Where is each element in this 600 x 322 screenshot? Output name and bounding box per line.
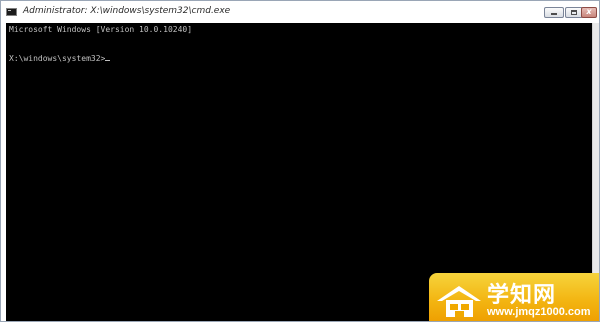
maximize-icon bbox=[571, 10, 577, 15]
watermark-logo: 学知网 www.jmqz1000.com bbox=[429, 273, 599, 321]
close-button[interactable]: x bbox=[581, 7, 597, 18]
console-prompt-line[interactable]: X:\windows\system32> bbox=[9, 54, 111, 63]
title-bar[interactable]: Administrator: X:\windows\system32\cmd.e… bbox=[1, 1, 599, 23]
cmd-window: Administrator: X:\windows\system32\cmd.e… bbox=[0, 0, 600, 322]
watermark-brand: 学知网 bbox=[487, 283, 557, 308]
minimize-icon bbox=[551, 13, 557, 15]
window-title: Administrator: X:\windows\system32\cmd.e… bbox=[23, 6, 231, 16]
minimize-button[interactable] bbox=[544, 7, 564, 18]
console-prompt: X:\windows\system32> bbox=[9, 54, 106, 63]
cmd-icon[interactable] bbox=[6, 8, 17, 16]
close-icon: x bbox=[586, 7, 592, 16]
console-version-line: Microsoft Windows [Version 10.0.10240] bbox=[9, 25, 193, 34]
text-cursor bbox=[105, 60, 111, 61]
watermark-url: www.jmqz1000.com bbox=[487, 306, 591, 318]
house-logo-icon bbox=[437, 286, 481, 317]
